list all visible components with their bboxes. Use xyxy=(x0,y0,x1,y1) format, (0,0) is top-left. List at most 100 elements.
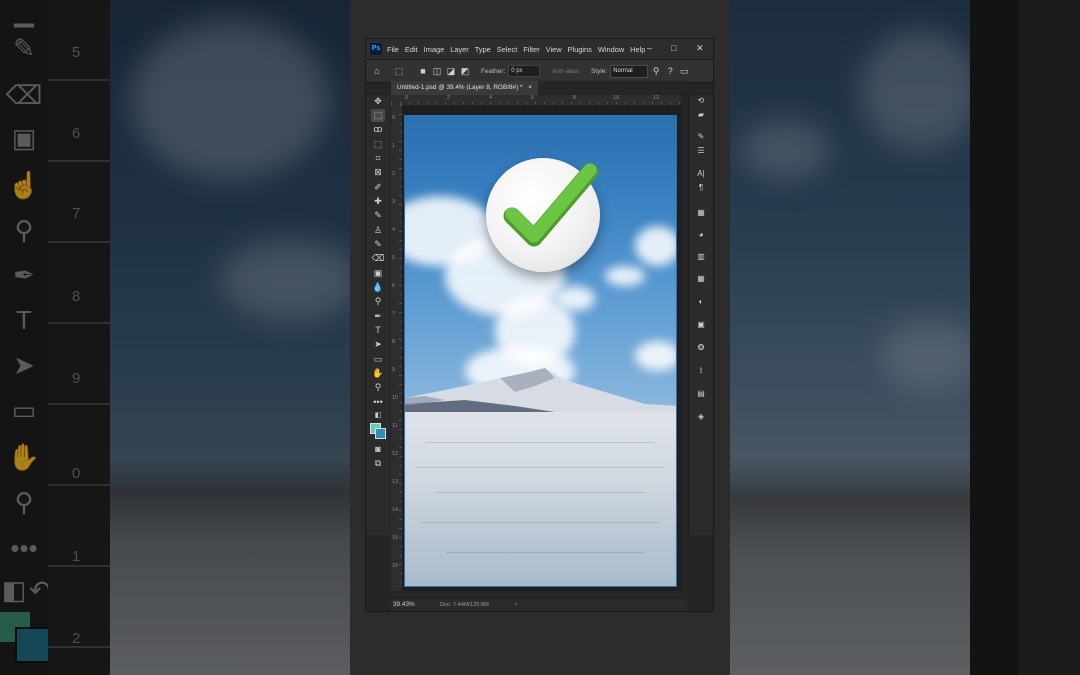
menu-bar: Ps File Edit Image Layer Type Select Fil… xyxy=(366,39,713,59)
default-colors-icon[interactable]: ◧ ↶ xyxy=(371,409,385,432)
menu-filter[interactable]: Filter xyxy=(523,45,539,54)
path-selection-tool-icon[interactable]: ➤ xyxy=(371,338,385,351)
search-icon[interactable]: ⚲ xyxy=(650,65,662,77)
ruler-tick-label: 13 xyxy=(392,479,399,485)
ruler-tick-label: 15 xyxy=(392,535,399,541)
anti-alias-checkbox[interactable]: Anti-alias xyxy=(552,68,579,75)
menu-view[interactable]: View xyxy=(546,45,562,54)
pen-tool-icon[interactable]: ✒ xyxy=(371,310,385,323)
character-panel-icon[interactable]: A| xyxy=(694,168,708,180)
snow-layer xyxy=(405,412,676,586)
blur-tool-icon[interactable]: 💧 xyxy=(371,281,385,294)
more-tools-icon[interactable]: ••• xyxy=(371,396,385,409)
swatches-panel-icon[interactable]: ▦ xyxy=(694,273,708,285)
document-info[interactable]: Doc: 7.44M/125.8M xyxy=(440,599,489,611)
document-canvas[interactable] xyxy=(404,115,677,587)
menu-help[interactable]: Help xyxy=(630,45,645,54)
tab-close-icon[interactable]: × xyxy=(528,84,532,91)
crop-tool-icon[interactable]: ⌗ xyxy=(371,152,385,165)
screen-mode-icon[interactable]: ⧉ xyxy=(371,457,385,470)
status-menu-arrow-icon[interactable]: › xyxy=(515,599,517,611)
ruler-tick-label: 4 xyxy=(489,95,493,101)
menu-file[interactable]: File xyxy=(387,45,399,54)
document-tab-title: Untitled-1.psd @ 39.4% (Layer 8, RGB/8#)… xyxy=(397,84,523,91)
clone-stamp-tool-icon[interactable]: ♙ xyxy=(371,224,385,237)
paragraph-panel-icon[interactable]: ¶ xyxy=(694,182,708,194)
frame-tool-icon[interactable]: ⊠ xyxy=(371,166,385,179)
healing-brush-tool-icon[interactable]: ✚ xyxy=(371,195,385,208)
menu-plugins[interactable]: Plugins xyxy=(568,45,592,54)
horizontal-ruler: 0 2 4 6 8 10 12 xyxy=(391,95,681,105)
paths-panel-icon[interactable]: ⟟ xyxy=(694,365,708,377)
document-tab-bar: Untitled-1.psd @ 39.4% (Layer 8, RGB/8#)… xyxy=(391,81,687,96)
help-icon[interactable]: ? xyxy=(664,65,676,77)
comments-panel-icon[interactable]: ▰ xyxy=(694,109,708,121)
ruler-tick-label: 6 xyxy=(392,283,396,289)
hand-tool-icon[interactable]: ✋ xyxy=(371,367,385,380)
minimize-button[interactable]: – xyxy=(647,43,652,53)
add-selection-icon[interactable]: ◫ xyxy=(431,65,443,77)
history-brush-tool-icon[interactable]: ✎ xyxy=(371,238,385,251)
subtract-selection-icon[interactable]: ◪ xyxy=(445,65,457,77)
maximize-button[interactable]: □ xyxy=(671,43,676,53)
vertical-ruler: 0 1 2 3 4 5 6 7 8 9 10 11 12 13 14 15 16 xyxy=(391,105,402,591)
ruler-tick-label: 10 xyxy=(613,95,620,101)
background-color-swatch[interactable] xyxy=(375,428,386,439)
eraser-tool-icon[interactable]: ⌫ xyxy=(371,252,385,265)
properties-panel-icon[interactable]: ▤ xyxy=(694,388,708,400)
ruler-tick-label: 14 xyxy=(392,507,399,513)
move-tool-icon[interactable]: ✥ xyxy=(371,95,385,108)
menu-window[interactable]: Window xyxy=(598,45,624,54)
channels-panel-icon[interactable]: ❂ xyxy=(694,342,708,354)
checkmark-badge xyxy=(486,158,600,272)
menu-layer[interactable]: Layer xyxy=(450,45,469,54)
lasso-tool-icon[interactable]: ꝏ xyxy=(371,123,385,136)
ruler-tick-label: 1 xyxy=(392,143,396,149)
brush-tool-icon[interactable]: ✎ xyxy=(371,209,385,222)
glyphs-panel-icon[interactable]: ▦ xyxy=(694,207,708,219)
type-tool-icon[interactable]: T xyxy=(371,324,385,337)
history-panel-icon[interactable]: ⟲ xyxy=(694,95,708,107)
rectangular-marquee-tool-icon[interactable]: ⬚ xyxy=(371,109,385,122)
document-tab[interactable]: Untitled-1.psd @ 39.4% (Layer 8, RGB/8#)… xyxy=(391,81,538,95)
brush-settings-icon[interactable]: ✎ xyxy=(694,131,708,143)
zoom-tool-icon[interactable]: ⚲ xyxy=(371,381,385,394)
ruler-tick-label: 0 xyxy=(392,115,396,121)
menu-edit[interactable]: Edit xyxy=(405,45,418,54)
adjustments-panel-icon[interactable]: ◐ xyxy=(694,296,708,308)
libraries-panel-icon[interactable]: ▣ xyxy=(694,319,708,331)
quick-mask-icon[interactable]: ◙ xyxy=(371,443,385,456)
ruler-tick-label: 10 xyxy=(392,395,399,401)
layers-panel-icon[interactable]: ◈ xyxy=(694,411,708,423)
ruler-tick-label: 4 xyxy=(392,227,396,233)
menu-type[interactable]: Type xyxy=(475,45,491,54)
ruler-tick-label: 11 xyxy=(392,423,398,429)
menu-select[interactable]: Select xyxy=(497,45,518,54)
gradient-tool-icon[interactable]: ▣ xyxy=(371,267,385,280)
ruler-tick-label: 5 xyxy=(392,255,396,261)
photoshop-logo: Ps xyxy=(370,43,382,55)
feather-input[interactable]: 0 px xyxy=(508,65,541,77)
style-select[interactable]: Normal xyxy=(610,64,649,78)
ruler-tick-label: 16 xyxy=(392,563,399,569)
eyedropper-tool-icon[interactable]: ✐ xyxy=(371,181,385,194)
ruler-tick-label: 8 xyxy=(392,339,396,345)
new-selection-icon[interactable]: ■ xyxy=(417,65,429,77)
tools-panel: ✥ ⬚ ꝏ ⬚ ⌗ ⊠ ✐ ✚ ✎ ♙ ✎ ⌫ ▣ 💧 ⚲ ✒ T ➤ ▭ ✋ … xyxy=(366,95,390,535)
options-bar: ⌂ ⬚ ■ ◫ ◪ ◩ Feather: 0 px Anti-alias Sty… xyxy=(366,59,713,83)
ruler-tick-label: 9 xyxy=(392,367,396,373)
home-icon[interactable]: ⌂ xyxy=(371,65,383,77)
brushes-panel-icon[interactable]: ☰ xyxy=(694,145,708,157)
intersect-selection-icon[interactable]: ◩ xyxy=(459,65,471,77)
zoom-level[interactable]: 39.43% xyxy=(393,599,415,611)
close-button[interactable]: ✕ xyxy=(696,43,704,54)
menu-image[interactable]: Image xyxy=(424,45,445,54)
dodge-tool-icon[interactable]: ⚲ xyxy=(371,295,385,308)
object-selection-tool-icon[interactable]: ⬚ xyxy=(371,138,385,151)
color-panel-icon[interactable]: ◕ xyxy=(694,229,708,241)
marquee-preset-icon[interactable]: ⬚ xyxy=(393,65,405,77)
gradients-panel-icon[interactable]: ▥ xyxy=(694,251,708,263)
workspace-icon[interactable]: ▭ xyxy=(678,65,690,77)
rectangle-tool-icon[interactable]: ▭ xyxy=(371,353,385,366)
ruler-tick-label: 7 xyxy=(392,311,396,317)
